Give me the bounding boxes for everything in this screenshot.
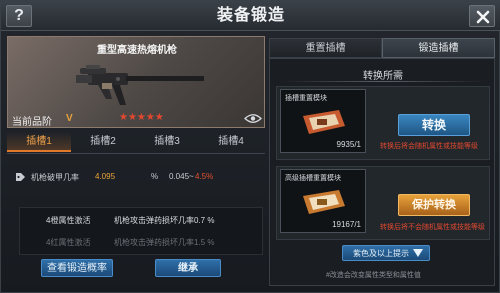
requirement-title: 转换所需 [363, 71, 403, 82]
caret-down-icon [413, 249, 423, 257]
divider [7, 153, 265, 154]
tab-slot-3[interactable]: 插槽3 [135, 132, 199, 152]
bonus-list: 4橙属性激活 机枪攻击弹药损坏几率0.7 % 4红属性激活 机枪攻击弹药损坏几率… [19, 207, 263, 255]
bonus-row: 4橙属性激活 机枪攻击弹药损坏几率0.7 % [20, 212, 264, 228]
module-count: 9935/1 [336, 140, 361, 149]
attribute-row: 机枪破甲几率 4.095 % 0.045~ 4.5% [15, 171, 263, 185]
tab-slot-1[interactable]: 插槽1 [7, 132, 71, 152]
attribute-range-min: 0.045~ [169, 172, 194, 181]
machine-gun-image [76, 65, 204, 105]
divider [280, 81, 486, 82]
attribute-value: 4.095 [95, 172, 116, 181]
attribute-unit: % [151, 172, 159, 181]
close-icon [476, 10, 490, 24]
module-name: 插槽重置模块 [285, 95, 327, 102]
tag-icon [16, 173, 25, 181]
close-button[interactable] [469, 5, 495, 27]
slot-tabs: 插槽1 插槽2 插槽3 插槽4 [7, 132, 265, 152]
star-rating: ★★★★★ [119, 112, 164, 123]
tab-slot-4[interactable]: 插槽4 [199, 132, 263, 152]
protect-convert-button[interactable]: 保护转换 [398, 194, 470, 216]
protect-note: 转换后将不会随机属性或技能等级 [380, 224, 485, 231]
attribute-range-max: 4.5% [195, 172, 214, 181]
inherit-button[interactable]: 继承 [155, 259, 221, 277]
footnote: #改造会改变属性类型和属性值 [326, 272, 421, 279]
header-bar: ? 装备锻造 [1, 1, 500, 31]
bonus-row: 4红属性激活 机枪攻击弹药损坏几率1.5 % [20, 234, 264, 250]
bonus-level: 4红属性激活 [46, 238, 91, 247]
convert-note: 转换后将会随机属性或技能等级 [380, 143, 478, 150]
right-tabs: 重置插槽 锻造插槽 [269, 38, 495, 58]
weapon-name: 重型高速热熔机枪 [97, 45, 177, 56]
module-chip-icon [303, 190, 345, 214]
module-name: 高级插槽重置模块 [285, 175, 341, 182]
forge-window: ? 装备锻造 重型高速热熔机枪 当前品阶 V ★★★★★ 插槽1 插槽2 插槽3… [0, 0, 500, 293]
tab-slot-2[interactable]: 插槽2 [71, 132, 135, 152]
view-probability-button[interactable]: 查看锻造概率 [41, 259, 113, 277]
module-count: 19167/1 [332, 220, 361, 229]
eye-icon[interactable] [244, 113, 262, 124]
quality-value: V [66, 113, 73, 124]
bonus-desc: 机枪攻击弹药损坏几率1.5 % [114, 238, 215, 247]
filter-label: 紫色及以上提示 [353, 249, 409, 258]
advanced-module-card: 高级插槽重置模块 19167/1 [280, 169, 366, 233]
conversion-panel: 转换所需 插槽重置模块 9935/1 转换 转换后将会随机属性或技能等级 高级插… [269, 58, 495, 286]
window-title: 装备锻造 [216, 7, 285, 24]
reset-module-card: 插槽重置模块 9935/1 [280, 89, 366, 153]
attribute-name: 机枪破甲几率 [31, 173, 79, 182]
quality-label: 当前品阶 [12, 117, 52, 128]
weapon-card: 重型高速热熔机枪 当前品阶 V ★★★★★ [7, 36, 265, 128]
module-chip-icon [303, 110, 345, 134]
tab-reset-slot[interactable]: 重置插槽 [269, 38, 382, 58]
quality-filter-dropdown[interactable]: 紫色及以上提示 [342, 245, 430, 261]
bonus-level: 4橙属性激活 [46, 216, 91, 225]
tab-forge-slot[interactable]: 锻造插槽 [382, 38, 495, 58]
bonus-desc: 机枪攻击弹药损坏几率0.7 % [114, 216, 215, 225]
convert-button[interactable]: 转换 [398, 114, 470, 136]
